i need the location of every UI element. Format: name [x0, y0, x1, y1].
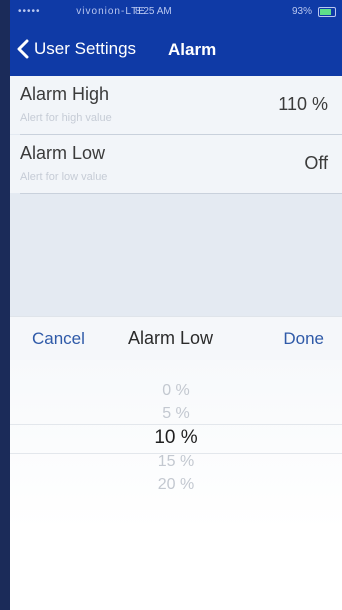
page-title: Alarm [168, 40, 217, 59]
back-button[interactable]: User Settings [16, 38, 136, 60]
alarm-high-title: Alarm High [20, 84, 110, 104]
signal-strength: ••••• [18, 6, 41, 17]
settings-row-alarm-low[interactable]: Alarm Low Alert for low value Off [10, 135, 342, 193]
screen: ••••• vivonion-LTE 8:25 AM 93% User Sett… [0, 0, 342, 610]
picker-option[interactable]: 20 % [10, 476, 342, 494]
picker-option[interactable]: 15 % [10, 453, 342, 471]
alarm-high-subtitle: Alert for high value [20, 112, 112, 124]
back-button-label: User Settings [34, 39, 137, 58]
status-left: ••••• vivonion-LTE [18, 6, 146, 17]
settings-list: Alarm High Alert for high value 110 % Al… [10, 76, 342, 316]
status-bar: ••••• vivonion-LTE 8:25 AM 93% [10, 0, 342, 24]
alarm-low-value: Off [304, 153, 328, 173]
alarm-low-subtitle: Alert for low value [20, 171, 108, 183]
alarm-low-title: Alarm Low [20, 143, 106, 163]
status-right: 93% [292, 6, 336, 17]
battery-icon [318, 6, 336, 17]
chevron-left-icon [17, 39, 29, 59]
picker-option[interactable]: 0 % [10, 382, 342, 400]
alarm-high-value: 110 % [278, 94, 328, 114]
row-divider [20, 193, 342, 194]
picker-wheel[interactable]: 0 % 5 % 10 % 15 % 20 % [10, 360, 342, 530]
picker-title: Alarm Low [128, 328, 214, 348]
cancel-button[interactable]: Cancel [32, 329, 85, 349]
picker-options: 0 % 5 % 10 % 15 % 20 % [10, 360, 342, 530]
device-edge [0, 0, 10, 610]
navigation-bar: User Settings Alarm [10, 24, 342, 76]
done-button[interactable]: Done [283, 329, 324, 349]
picker-toolbar: Cancel Alarm Low Done [10, 316, 342, 361]
battery-percent: 93% [291, 6, 312, 17]
settings-row-alarm-high[interactable]: Alarm High Alert for high value 110 % [10, 76, 342, 134]
status-time: 8:25 AM [135, 6, 172, 17]
picker-option[interactable]: 10 % [10, 427, 342, 449]
picker-option[interactable]: 5 % [10, 405, 342, 423]
